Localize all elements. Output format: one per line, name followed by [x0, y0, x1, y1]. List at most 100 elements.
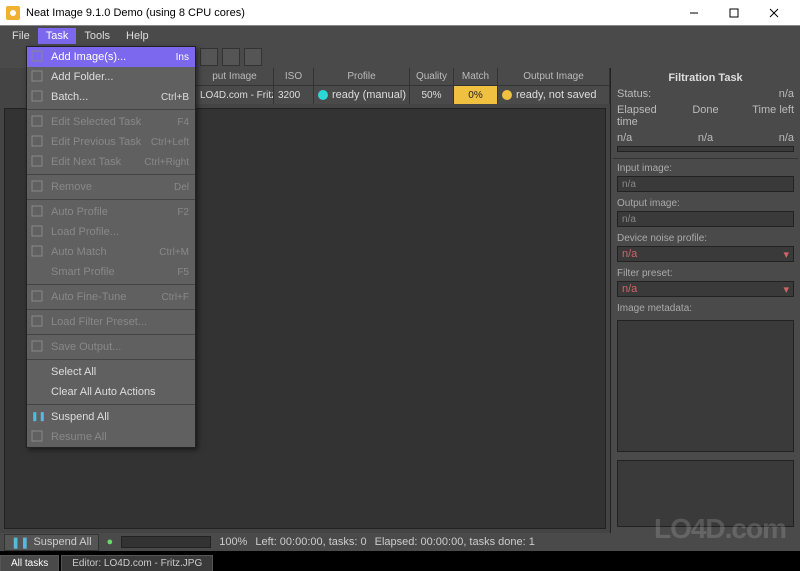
- pause-icon: ❚❚: [11, 536, 29, 549]
- menu-item-resume-all: Resume All: [27, 427, 195, 447]
- status-row: Status:n/a: [613, 86, 798, 102]
- menu-item-label: Load Profile...: [51, 226, 119, 238]
- menu-item-label: Auto Profile: [51, 206, 108, 218]
- save-icon: [31, 340, 45, 354]
- time-header-row: Elapsed timeDoneTime left: [613, 102, 798, 130]
- panel-title: Filtration Task: [613, 70, 798, 86]
- auto-icon: [31, 205, 45, 219]
- menu-shortcut: Ctrl+B: [161, 92, 189, 103]
- match-icon: [31, 245, 45, 259]
- app-icon: [6, 6, 20, 20]
- menu-help[interactable]: Help: [118, 28, 157, 44]
- play-icon: [31, 430, 45, 444]
- menu-item-label: Save Output...: [51, 341, 121, 353]
- time-value-row: n/an/an/a: [613, 130, 798, 146]
- menu-item-label: Batch...: [51, 91, 88, 103]
- menu-item-label: Auto Match: [51, 246, 107, 258]
- menu-item-load-filter-preset: Load Filter Preset...: [27, 312, 195, 332]
- add-img-icon: [31, 50, 45, 64]
- remove-icon: [31, 180, 45, 194]
- menu-item-add-image-s[interactable]: Add Image(s)...Ins: [27, 47, 195, 67]
- metadata-box: [617, 320, 794, 452]
- menu-item-remove: RemoveDel: [27, 177, 195, 197]
- menu-item-label: Select All: [51, 366, 96, 378]
- toolbar-btn-save[interactable]: [244, 48, 262, 66]
- menu-item-batch[interactable]: Batch... Ctrl+B: [27, 87, 195, 107]
- menu-tools[interactable]: Tools: [76, 28, 118, 44]
- menu-item-edit-next-task: Edit Next Task Ctrl+Right: [27, 152, 195, 172]
- watermark: LO4D.com: [654, 513, 786, 545]
- menu-file[interactable]: File: [4, 28, 38, 44]
- col-quality[interactable]: Quality: [410, 68, 454, 85]
- column-header-row: put Image ISO Profile Quality Match Outp…: [196, 68, 610, 86]
- menu-item-label: Add Folder...: [51, 71, 113, 83]
- filtration-panel: Filtration Task Status:n/a Elapsed timeD…: [610, 68, 800, 533]
- suspend-all-button[interactable]: ❚❚ Suspend All: [4, 534, 99, 551]
- menu-item-label: Resume All: [51, 431, 107, 443]
- tab-all-tasks[interactable]: All tasks: [0, 555, 59, 571]
- menu-item-label: Load Filter Preset...: [51, 316, 147, 328]
- menu-item-clear-all-auto-actions[interactable]: Clear All Auto Actions: [27, 382, 195, 402]
- folder-icon: [31, 70, 45, 84]
- menu-item-label: Suspend All: [51, 411, 109, 423]
- menu-item-label: Clear All Auto Actions: [51, 386, 156, 398]
- window-maximize[interactable]: [714, 1, 754, 25]
- menu-item-label: Edit Selected Task: [51, 116, 141, 128]
- status-run-icon: ●: [107, 536, 114, 548]
- tab-editor[interactable]: Editor: LO4D.com - Fritz.JPG: [61, 555, 213, 571]
- col-output-image[interactable]: Output Image: [498, 68, 610, 85]
- menu-shortcut: Ctrl+Right: [144, 157, 189, 168]
- tune-icon: [31, 290, 45, 304]
- select-filter-preset[interactable]: n/a▾: [617, 281, 794, 297]
- cell-iso: 3200: [274, 86, 314, 104]
- menu-item-edit-selected-task: Edit Selected TaskF4: [27, 112, 195, 132]
- batch-icon: [31, 90, 45, 104]
- window-close[interactable]: [754, 1, 794, 25]
- menu-shortcut: F5: [177, 267, 189, 278]
- menu-item-label: Smart Profile: [51, 266, 115, 278]
- progress-bar: [121, 536, 211, 548]
- menu-item-suspend-all[interactable]: ❚❚ Suspend All: [27, 407, 195, 427]
- table-row[interactable]: LO4D.com - Fritz.JPG 3200 ready (manual)…: [196, 86, 610, 104]
- cell-quality: 50%: [410, 86, 454, 104]
- next-icon: [31, 155, 45, 169]
- label-input-image: Input image:: [613, 161, 798, 176]
- col-match[interactable]: Match: [454, 68, 498, 85]
- menu-shortcut: Ctrl+Left: [151, 137, 189, 148]
- value-output-image: n/a: [617, 211, 794, 227]
- prev-icon: [31, 135, 45, 149]
- menu-item-label: Edit Previous Task: [51, 136, 141, 148]
- label-output-image: Output image:: [613, 196, 798, 211]
- menu-item-auto-fine-tune: Auto Fine-Tune Ctrl+F: [27, 287, 195, 307]
- col-input-image[interactable]: put Image: [196, 68, 274, 85]
- toolbar-btn-play[interactable]: [200, 48, 218, 66]
- menu-task[interactable]: Task: [38, 28, 77, 44]
- toolbar-btn-stop[interactable]: [222, 48, 240, 66]
- status-dot-icon: [502, 90, 512, 100]
- chevron-down-icon: ▾: [783, 283, 789, 296]
- menu-item-load-profile: Load Profile...: [27, 222, 195, 242]
- menu-shortcut: F2: [177, 207, 189, 218]
- status-left: Left: 00:00:00, tasks: 0: [255, 536, 366, 548]
- menu-item-label: Edit Next Task: [51, 156, 121, 168]
- window-minimize[interactable]: [674, 1, 714, 25]
- col-iso[interactable]: ISO: [274, 68, 314, 85]
- label-filter-preset: Filter preset:: [613, 266, 798, 281]
- col-profile[interactable]: Profile: [314, 68, 410, 85]
- menu-item-select-all[interactable]: Select All: [27, 362, 195, 382]
- pause-icon: ❚❚: [31, 410, 45, 424]
- menubar: File Task Tools Help: [0, 26, 800, 46]
- menu-shortcut: Ctrl+F: [162, 292, 190, 303]
- menu-item-save-output: Save Output...: [27, 337, 195, 357]
- menu-item-smart-profile: Smart Profile F5: [27, 262, 195, 282]
- label-metadata: Image metadata:: [613, 301, 798, 316]
- load-icon: [31, 225, 45, 239]
- menu-item-add-folder[interactable]: Add Folder...: [27, 67, 195, 87]
- menu-item-label: Auto Fine-Tune: [51, 291, 126, 303]
- task-menu-dropdown: Add Image(s)...Ins Add Folder... Batch... C…: [26, 46, 196, 448]
- menu-shortcut: Del: [174, 182, 189, 193]
- tabbar: All tasks Editor: LO4D.com - Fritz.JPG: [0, 551, 800, 571]
- menu-shortcut: Ins: [176, 52, 189, 63]
- menu-item-auto-match: Auto MatchCtrl+M: [27, 242, 195, 262]
- select-noise-profile[interactable]: n/a▾: [617, 246, 794, 262]
